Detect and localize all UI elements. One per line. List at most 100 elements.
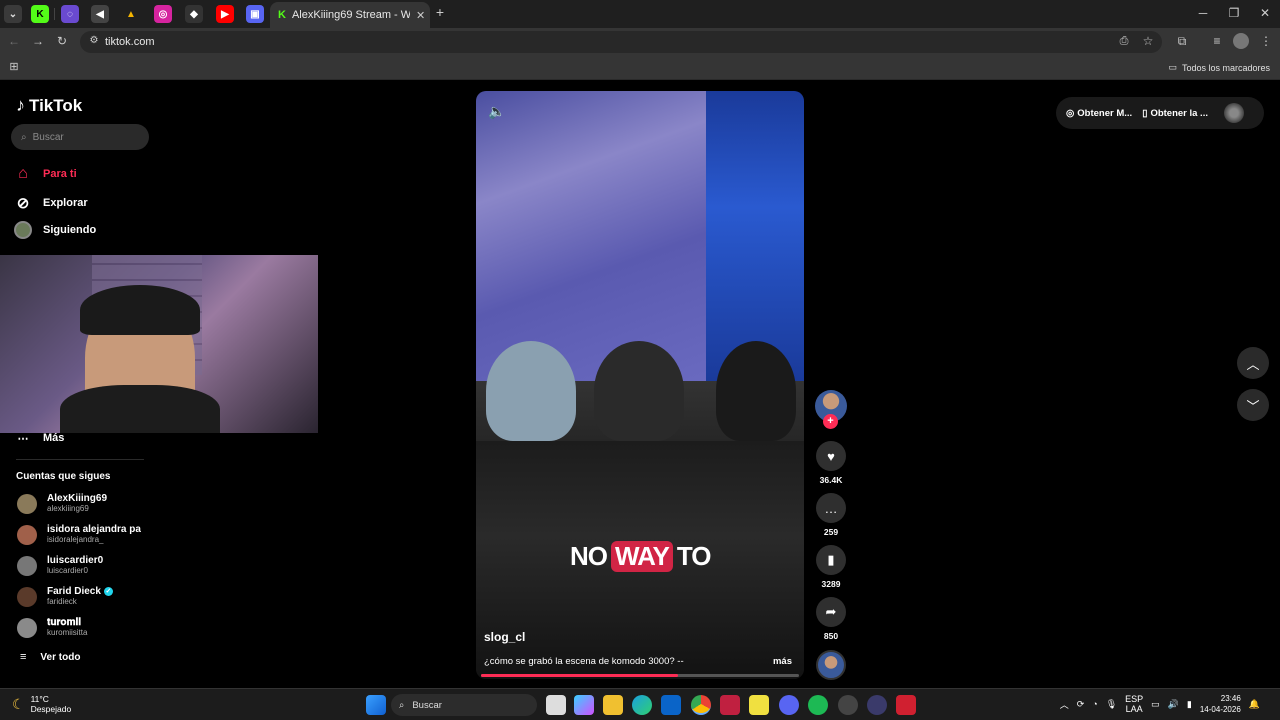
video-author[interactable]: slog_cl bbox=[484, 630, 525, 644]
file-explorer-icon[interactable] bbox=[603, 695, 623, 715]
kick-tab-icon[interactable]: K bbox=[31, 5, 49, 23]
extensions-icon[interactable]: ⧉ bbox=[1174, 34, 1190, 49]
system-tray: ︿ ⟳ ◔ 🎙 ESP LAA ▭ 🔊 ▮ 23:46 14-04-2026 🔔 bbox=[1060, 693, 1260, 715]
tab-icon-chat[interactable]: ▣ bbox=[246, 5, 264, 23]
tab-icon-sound[interactable]: ◀ bbox=[91, 5, 109, 23]
browser-menu-icon[interactable]: ⋮ bbox=[1258, 34, 1274, 48]
video-player[interactable]: 🔈 NO WAY TO slog_cl ¿cómo se grabó la es… bbox=[476, 91, 804, 679]
sticky-notes-icon[interactable] bbox=[749, 695, 769, 715]
account-item[interactable]: AlexKiiing69 alexkiiing69 bbox=[17, 493, 107, 514]
account-item[interactable]: Farid Dieck ✓ faridieck bbox=[17, 586, 113, 607]
new-tab-button[interactable]: + bbox=[430, 4, 450, 20]
chevron-up-icon[interactable]: ︿ bbox=[1060, 698, 1069, 711]
red-app-icon[interactable] bbox=[896, 695, 916, 715]
instagram-tab-icon[interactable]: ◎ bbox=[154, 5, 172, 23]
obs-icon[interactable] bbox=[838, 695, 858, 715]
all-bookmarks-button[interactable]: ▭ Todos los marcadores bbox=[1168, 62, 1270, 73]
save-action[interactable]: ▮ 3289 bbox=[814, 545, 848, 589]
reload-icon[interactable]: ↻ bbox=[54, 34, 70, 48]
bookmark-icon[interactable]: ▮ bbox=[816, 545, 846, 575]
follow-plus-button[interactable]: + bbox=[823, 414, 838, 429]
tab-icon-drive[interactable]: ▲ bbox=[122, 5, 140, 23]
search-icon: ⌕ bbox=[21, 131, 27, 143]
copilot-icon[interactable] bbox=[574, 695, 594, 715]
caption-word: TO bbox=[676, 541, 712, 571]
volume-icon[interactable]: 🔈 bbox=[488, 103, 505, 120]
comment-icon[interactable]: … bbox=[816, 493, 846, 523]
account-item[interactable]: 𝐭𝐮𝐫𝐨𝐦𝐢𝐢 kuromiisitta bbox=[17, 617, 87, 638]
user-avatar[interactable] bbox=[1223, 103, 1244, 123]
tab-icon-swirl[interactable]: ◌ bbox=[61, 5, 79, 23]
profile-avatar-icon[interactable] bbox=[1233, 33, 1249, 49]
apps-grid-icon[interactable]: ⊞ bbox=[6, 60, 22, 73]
forward-icon[interactable]: → bbox=[30, 34, 46, 48]
search-input[interactable]: ⌕ Buscar bbox=[11, 124, 149, 150]
video-more-button[interactable]: más bbox=[773, 656, 792, 667]
nav-explorar[interactable]: ⊘ Explorar bbox=[14, 194, 88, 212]
audio-app-icon[interactable] bbox=[867, 695, 887, 715]
chrome-icon[interactable] bbox=[691, 695, 711, 715]
all-bookmarks-label: Todos los marcadores bbox=[1181, 62, 1270, 73]
back-icon[interactable]: ← bbox=[6, 34, 22, 48]
spotify-icon[interactable] bbox=[808, 695, 828, 715]
notification-bell-icon[interactable]: 🔔 bbox=[1249, 699, 1260, 710]
music-disc-icon[interactable] bbox=[816, 650, 846, 680]
nav-label: Más bbox=[43, 432, 65, 444]
active-tab[interactable]: K AlexKiiing69 Stream - Watch Li ✕ bbox=[270, 2, 430, 28]
discord-icon[interactable] bbox=[779, 695, 799, 715]
account-item[interactable]: isidora alejandra pa isidoralejandra_ bbox=[17, 524, 141, 545]
share-action[interactable]: ➦ 850 bbox=[814, 597, 848, 641]
snipping-tool-icon[interactable] bbox=[720, 695, 740, 715]
close-tab-icon[interactable]: ✕ bbox=[416, 9, 425, 22]
comment-count: 259 bbox=[823, 527, 839, 537]
site-info-icon[interactable]: ⚙ bbox=[86, 35, 102, 46]
install-app-icon[interactable]: ⎙ bbox=[1116, 35, 1132, 48]
tab-icon-diamond[interactable]: ◆ bbox=[185, 5, 203, 23]
next-video-button[interactable]: ﹀ bbox=[1237, 389, 1269, 421]
windows-start-icon[interactable] bbox=[366, 695, 386, 715]
account-item[interactable]: luiscardier0 luiscardier0 bbox=[17, 555, 103, 576]
bookmark-star-icon[interactable]: ☆ bbox=[1140, 34, 1156, 48]
close-window-icon[interactable]: ✕ bbox=[1255, 6, 1275, 20]
account-name: luiscardier0 bbox=[47, 555, 104, 566]
nav-mas[interactable]: ⋯ Más bbox=[14, 429, 65, 447]
video-progress-bar[interactable] bbox=[481, 674, 799, 677]
youtube-tab-icon[interactable]: ▶ bbox=[216, 5, 234, 23]
like-action[interactable]: ♥ 36.4K bbox=[814, 441, 848, 485]
chevron-up-icon: ︿ bbox=[1246, 356, 1260, 372]
get-coins-button[interactable]: ◎ Obtener M... bbox=[1066, 108, 1132, 119]
share-icon[interactable]: ➦ bbox=[816, 597, 846, 627]
minimize-icon[interactable]: ─ bbox=[1193, 6, 1213, 20]
heart-icon[interactable]: ♥ bbox=[816, 441, 846, 471]
comment-action[interactable]: … 259 bbox=[814, 493, 848, 537]
speedometer-icon[interactable]: ◔ bbox=[1092, 699, 1097, 709]
volume-icon[interactable]: 🔊 bbox=[1168, 699, 1179, 710]
address-bar[interactable]: ⚙ tiktok.com ⎙ ☆ bbox=[80, 31, 1162, 53]
sync-icon[interactable]: ⟳ bbox=[1077, 699, 1085, 710]
video-person-right bbox=[716, 341, 796, 441]
weather-widget[interactable]: ☾ 11°C Despejado bbox=[12, 694, 71, 714]
taskbar-search[interactable]: ⌕ Buscar bbox=[391, 694, 537, 716]
restore-icon[interactable]: ❐ bbox=[1224, 6, 1244, 20]
tiktok-logo[interactable]: ♪ TikTok bbox=[16, 95, 82, 116]
account-handle: luiscardier0 bbox=[47, 566, 88, 575]
outlook-icon[interactable] bbox=[661, 695, 681, 715]
battery-icon[interactable]: ▮ bbox=[1187, 699, 1192, 710]
list-icon: ≡ bbox=[20, 651, 27, 663]
previous-video-button[interactable]: ︿ bbox=[1237, 347, 1269, 379]
edge-icon[interactable] bbox=[632, 695, 652, 715]
clock[interactable]: 23:46 14-04-2026 bbox=[1200, 693, 1241, 715]
account-avatar bbox=[17, 524, 37, 545]
account-avatar bbox=[17, 617, 37, 638]
nav-para-ti[interactable]: ⌂ Para ti bbox=[14, 165, 76, 183]
network-icon[interactable]: ▭ bbox=[1151, 699, 1160, 710]
account-name: AlexKiiing69 bbox=[47, 493, 108, 504]
nav-siguiendo[interactable]: Siguiendo bbox=[14, 221, 96, 239]
get-app-button[interactable]: ▯ Obtener la ... bbox=[1142, 108, 1208, 119]
task-view-icon[interactable] bbox=[546, 695, 566, 715]
media-control-icon[interactable]: ≡ bbox=[1209, 34, 1225, 48]
see-all-button[interactable]: ≡ Ver todo bbox=[20, 651, 80, 663]
language-indicator[interactable]: ESP LAA bbox=[1125, 694, 1143, 714]
microphone-icon[interactable]: 🎙 bbox=[1106, 699, 1117, 710]
tab-list-button[interactable]: ⌄ bbox=[4, 5, 22, 23]
